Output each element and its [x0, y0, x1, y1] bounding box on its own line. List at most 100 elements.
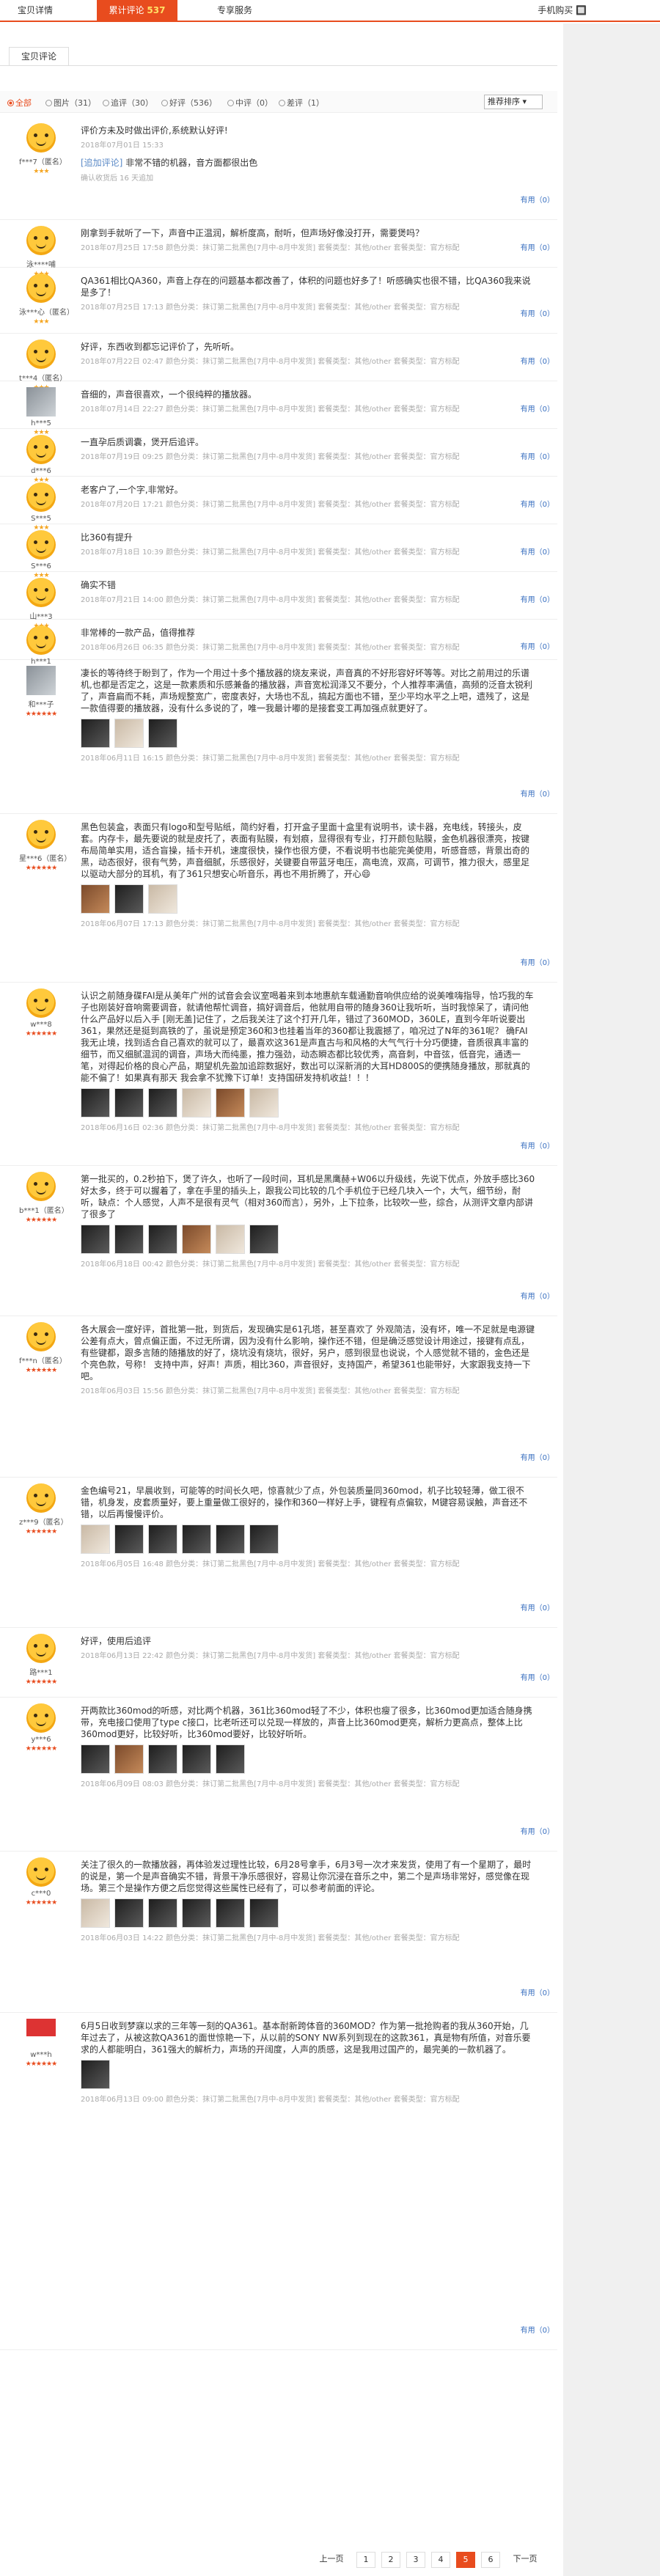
- review-photo[interactable]: [182, 1524, 211, 1554]
- avatar: [26, 1483, 56, 1513]
- review-item: 山***3 ★★★ 确实不错2018年07月21日 14:00 颜色分类：抹订第…: [0, 572, 557, 630]
- useful-button[interactable]: 有用（0）: [521, 1986, 554, 1997]
- useful-button[interactable]: 有用（0）: [521, 640, 554, 651]
- tab-reviews[interactable]: 累计评论 537: [97, 0, 177, 21]
- filter-label: 好评（536）: [169, 98, 217, 108]
- review-photo[interactable]: [114, 719, 144, 748]
- tab-product-details[interactable]: 宝贝详情: [6, 0, 65, 21]
- right-sidebar: [563, 23, 660, 2576]
- useful-button[interactable]: 有用（0）: [521, 788, 554, 799]
- review-photo[interactable]: [114, 884, 144, 914]
- review-photo[interactable]: [148, 1898, 177, 1928]
- useful-button[interactable]: 有用（0）: [521, 2324, 554, 2335]
- useful-button[interactable]: 有用（0）: [521, 1140, 554, 1151]
- user-level-icon: ★★★★★★: [25, 1678, 57, 1686]
- useful-button[interactable]: 有用（0）: [521, 307, 554, 318]
- tab-label: 累计评论: [109, 5, 144, 15]
- page-3-button[interactable]: 3: [406, 2552, 425, 2568]
- page-1-button[interactable]: 1: [356, 2552, 375, 2568]
- review-photo[interactable]: [249, 1225, 279, 1254]
- useful-button[interactable]: 有用（0）: [521, 1825, 554, 1836]
- prev-page-button[interactable]: 上一页: [315, 2552, 348, 2568]
- review-text: 一直孕后质调囊，煲开后追评。: [81, 437, 205, 447]
- useful-button[interactable]: 有用（0）: [521, 1290, 554, 1301]
- review-text: 好评，使用后追评: [81, 1636, 152, 1646]
- user-name: d***6: [31, 467, 51, 475]
- review-text: 非常棒的一款产品，值得推荐: [81, 628, 196, 638]
- useful-button[interactable]: 有用（0）: [521, 450, 554, 461]
- review-body: 开两款比360mod的听感，对比两个机器，361比360mod轻了不少，体积也瘦…: [81, 1705, 535, 1790]
- review-photo[interactable]: [148, 719, 177, 748]
- review-photo[interactable]: [249, 1524, 279, 1554]
- review-photo[interactable]: [114, 1088, 144, 1118]
- filter-followup[interactable]: 追评（30）: [103, 97, 153, 109]
- next-page-button[interactable]: 下一页: [509, 2552, 541, 2568]
- page-5-button[interactable]: 5: [456, 2552, 475, 2568]
- review-photo[interactable]: [148, 1744, 177, 1774]
- review-photo[interactable]: [216, 1898, 245, 1928]
- review-item: f***n（匿名） ★★★★★★ 各大展会一度好评，首批第一批，到货后，发现确实…: [0, 1316, 557, 1478]
- review-photo[interactable]: [148, 884, 177, 914]
- useful-button[interactable]: 有用（0）: [521, 1451, 554, 1462]
- review-photo[interactable]: [216, 1088, 245, 1118]
- page-2-button[interactable]: 2: [381, 2552, 400, 2568]
- review-photo[interactable]: [114, 1744, 144, 1774]
- review-photos: [81, 1225, 535, 1255]
- avatar: [26, 578, 56, 607]
- review-photo[interactable]: [249, 1088, 279, 1118]
- review-item: t***4（匿名） ★★★ 好评，东西收到都忘记评价了，先听听。2018年07月…: [0, 334, 557, 392]
- review-subtabs: 宝贝评论: [0, 23, 557, 82]
- filter-negative[interactable]: 差评（1）: [279, 97, 324, 109]
- review-photo[interactable]: [216, 1744, 245, 1774]
- filter-positive[interactable]: 好评（536）: [161, 97, 217, 109]
- useful-button[interactable]: 有用（0）: [521, 593, 554, 604]
- review-photo[interactable]: [182, 1898, 211, 1928]
- review-text: 认识之前随身碟FAI是从美年广州的试音会会议室喝着来到本地惠航车载通勤音响供应给…: [81, 991, 534, 1083]
- useful-button[interactable]: 有用（0）: [521, 403, 554, 414]
- useful-button[interactable]: 有用（0）: [521, 241, 554, 252]
- review-photo[interactable]: [81, 719, 110, 748]
- filter-neutral[interactable]: 中评（0）: [227, 97, 273, 109]
- review-photo[interactable]: [81, 1744, 110, 1774]
- review-photo[interactable]: [249, 1898, 279, 1928]
- review-photo[interactable]: [114, 1898, 144, 1928]
- review-photo[interactable]: [182, 1744, 211, 1774]
- tab-product-reviews[interactable]: 宝贝评论: [9, 47, 69, 66]
- page-6-button[interactable]: 6: [481, 2552, 500, 2568]
- filter-photos[interactable]: 图片（31）: [45, 97, 96, 109]
- user-name: c***0: [31, 1890, 51, 1898]
- review-photo[interactable]: [148, 1088, 177, 1118]
- review-body: 关注了很久的一款播放器，再体验发过理性比较，6月28号拿手，6月3号一次才来发货…: [81, 1859, 535, 1944]
- review-photo[interactable]: [81, 1088, 110, 1118]
- review-meta: 2018年06月13日 09:00 颜色分类：抹订第二批黑色[7月中-8月中发货…: [81, 2096, 460, 2104]
- page-4-button[interactable]: 4: [431, 2552, 450, 2568]
- review-photo[interactable]: [81, 1225, 110, 1254]
- tab-exclusive-service[interactable]: 专享服务: [205, 0, 264, 21]
- review-photo[interactable]: [81, 1524, 110, 1554]
- review-photo[interactable]: [182, 1225, 211, 1254]
- review-photo[interactable]: [114, 1225, 144, 1254]
- review-photo[interactable]: [216, 1524, 245, 1554]
- review-photo[interactable]: [81, 2060, 110, 2089]
- followup-label: [追加评论]: [81, 158, 123, 168]
- useful-button[interactable]: 有用（0）: [521, 1601, 554, 1612]
- review-photo[interactable]: [81, 884, 110, 914]
- useful-button[interactable]: 有用（0）: [521, 194, 554, 205]
- filter-label: 差评（1）: [287, 98, 324, 108]
- phone-buy-link[interactable]: 手机购买 🔲: [538, 0, 587, 21]
- useful-button[interactable]: 有用（0）: [521, 1671, 554, 1682]
- review-photo[interactable]: [216, 1225, 245, 1254]
- review-photo[interactable]: [182, 1088, 211, 1118]
- review-photo[interactable]: [148, 1225, 177, 1254]
- review-photo[interactable]: [148, 1524, 177, 1554]
- user-name: w***8: [30, 1021, 52, 1029]
- sort-select[interactable]: 推荐排序 ▾: [484, 95, 543, 109]
- useful-button[interactable]: 有用（0）: [521, 355, 554, 366]
- useful-button[interactable]: 有用（0）: [521, 498, 554, 509]
- useful-button[interactable]: 有用（0）: [521, 956, 554, 967]
- filter-all[interactable]: 全部: [7, 97, 32, 109]
- review-photo[interactable]: [81, 1898, 110, 1928]
- review-meta: 2018年07月19日 09:25 颜色分类：抹订第二批黑色[7月中-8月中发货…: [81, 453, 460, 461]
- review-photo[interactable]: [114, 1524, 144, 1554]
- useful-button[interactable]: 有用（0）: [521, 546, 554, 557]
